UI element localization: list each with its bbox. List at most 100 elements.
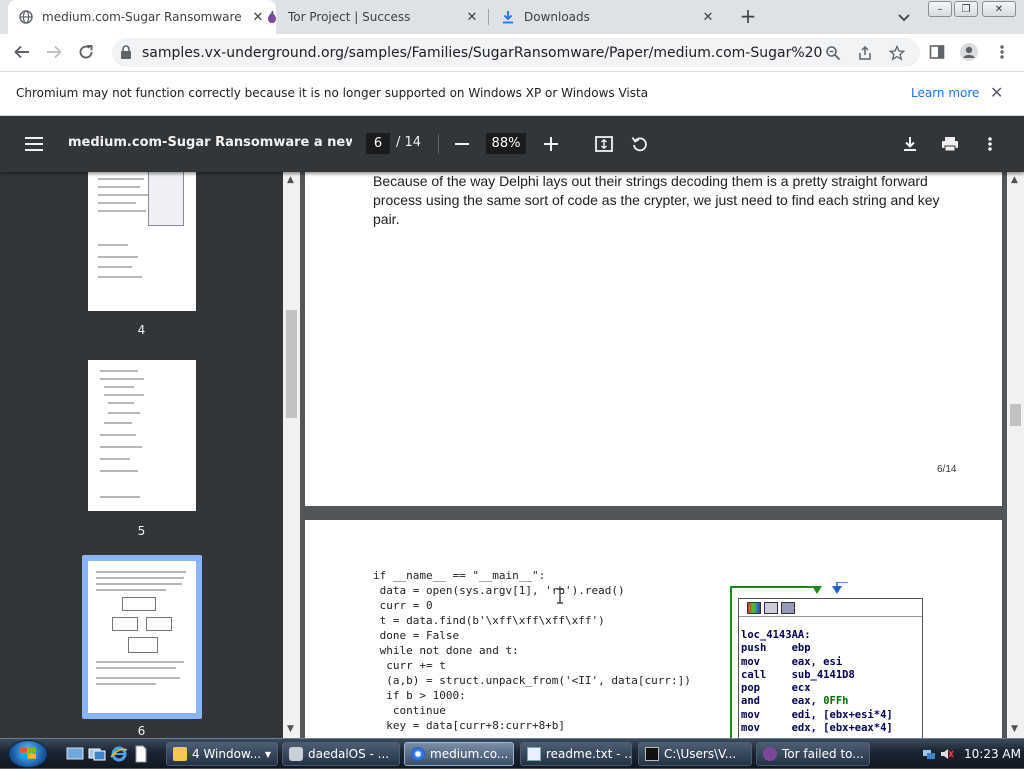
new-tab-button[interactable]: + xyxy=(738,6,758,27)
zoom-level-input[interactable]: 88% xyxy=(486,133,526,154)
back-button[interactable] xyxy=(12,42,32,62)
pdf-title: medium.com-Sugar Ransomware a new Ra... xyxy=(68,135,352,150)
scroll-down-arrow-icon[interactable]: ▼ xyxy=(1011,724,1018,734)
network-icon[interactable] xyxy=(922,747,936,761)
show-desktop-icon[interactable] xyxy=(66,745,84,763)
tab-title: Tor Project | Success xyxy=(288,10,411,24)
restore-button[interactable]: ❐ xyxy=(954,1,978,17)
tab-downloads[interactable]: Downloads ✕ xyxy=(490,0,726,34)
graph-edge xyxy=(730,586,732,738)
lock-icon[interactable] xyxy=(120,45,132,63)
tab-divider xyxy=(488,9,489,25)
pdf-page-6: Because of the way Delphi lays out their… xyxy=(305,172,1002,506)
bookmark-star-icon[interactable] xyxy=(888,44,906,62)
zoom-icon[interactable] xyxy=(824,44,842,62)
start-button[interactable] xyxy=(8,740,48,768)
divider xyxy=(438,134,439,154)
scrollbar-thumb[interactable] xyxy=(286,310,297,418)
tab-medium-sugar[interactable]: medium.com-Sugar Ransomware ✕ xyxy=(8,0,276,34)
taskbar-item-notepad[interactable]: readme.txt - ... xyxy=(520,742,632,766)
address-bar[interactable]: samples.vx-underground.org/samples/Famil… xyxy=(112,38,920,67)
fit-to-page-button[interactable] xyxy=(592,132,616,156)
zoom-out-button[interactable] xyxy=(450,132,474,156)
url-text[interactable]: samples.vx-underground.org/samples/Famil… xyxy=(142,45,822,61)
windows-taskbar: 4 Window... ▼ daedalOS - ... medium.co..… xyxy=(0,738,1024,768)
file-icon[interactable] xyxy=(132,745,150,763)
switch-windows-icon[interactable] xyxy=(88,745,106,763)
page-number-input[interactable]: 6 xyxy=(366,133,390,154)
browser-toolbar: samples.vx-underground.org/samples/Famil… xyxy=(0,34,1024,71)
unsupported-os-infobar: Chromium may not function correctly beca… xyxy=(0,71,1024,116)
tab-tor-success[interactable]: Tor Project | Success ✕ xyxy=(254,0,490,34)
thumbnail-page-4[interactable] xyxy=(88,172,196,311)
page-paragraph: Because of the way Delphi lays out their… xyxy=(373,173,940,227)
tab-strip: medium.com-Sugar Ransomware ✕ Tor Projec… xyxy=(0,0,1024,34)
minus-icon xyxy=(455,143,469,145)
minimize-button[interactable]: – xyxy=(928,1,952,17)
menu-button[interactable] xyxy=(992,42,1012,62)
close-icon[interactable]: ✕ xyxy=(990,83,1003,102)
back-arrow-icon xyxy=(14,45,29,59)
graph-icon xyxy=(764,601,778,614)
hamburger-menu-icon[interactable] xyxy=(22,132,46,156)
close-icon[interactable]: ✕ xyxy=(700,9,716,25)
print-button[interactable] xyxy=(938,132,962,156)
close-window-button[interactable]: ✕ xyxy=(982,1,1016,17)
thumbnail-page-6[interactable] xyxy=(88,561,196,713)
internet-explorer-icon[interactable] xyxy=(110,745,128,763)
folder-icon xyxy=(173,747,187,761)
thumbnail-page-5[interactable] xyxy=(88,360,196,511)
kebab-menu-icon xyxy=(988,137,992,151)
clock[interactable]: 10:23 AM xyxy=(964,747,1021,761)
ida-graph-node: loc_4143AA: push ebp mov eax, esi call s… xyxy=(738,598,923,738)
kebab-menu-icon xyxy=(1000,45,1004,59)
avatar-icon xyxy=(960,43,978,61)
ida-node-header xyxy=(739,599,922,617)
more-options-button[interactable] xyxy=(978,132,1002,156)
taskbar-item-daedalos[interactable]: daedalOS - ... xyxy=(282,742,400,766)
pdf-viewer: Because of the way Delphi lays out their… xyxy=(300,172,1007,738)
speaker-muted-icon[interactable] xyxy=(940,747,954,761)
tab-title: medium.com-Sugar Ransomware xyxy=(42,10,242,24)
chevron-down-icon[interactable] xyxy=(896,9,912,25)
taskbar-item-tor[interactable]: Tor failed to... xyxy=(756,742,870,766)
taskbar-item-chromium[interactable]: medium.co... xyxy=(404,742,514,766)
learn-more-link[interactable]: Learn more xyxy=(911,86,979,100)
profile-button[interactable] xyxy=(959,42,979,62)
taskbar-item-explorer[interactable]: 4 Window... ▼ xyxy=(166,742,278,766)
pdf-toolbar: medium.com-Sugar Ransomware a new Ra... … xyxy=(0,116,1024,172)
rotate-button[interactable] xyxy=(628,132,652,156)
fit-page-icon xyxy=(595,136,613,152)
grid-icon xyxy=(781,601,795,614)
tab-title: Downloads xyxy=(524,10,590,24)
reload-button[interactable] xyxy=(76,42,96,62)
page-footer-number: 6/14 xyxy=(937,464,957,475)
scroll-up-arrow-icon[interactable]: ▲ xyxy=(1011,175,1018,185)
sidebar-scrollbar[interactable]: ▲ ▼ xyxy=(283,172,300,738)
side-panel-icon xyxy=(929,45,945,59)
zoom-in-button[interactable] xyxy=(539,132,563,156)
close-icon[interactable]: ✕ xyxy=(464,9,480,25)
viewer-scrollbar[interactable]: ▲ ▼ xyxy=(1007,172,1024,738)
printer-icon xyxy=(942,137,958,152)
side-panel-button[interactable] xyxy=(927,42,947,62)
text-cursor-icon xyxy=(557,588,563,604)
color-icon xyxy=(747,601,761,614)
scrollbar-thumb[interactable] xyxy=(1010,404,1021,426)
system-tray: 10:23 AM xyxy=(916,739,1024,769)
chevron-down-icon: ▼ xyxy=(264,749,271,759)
python-code-block: if __name__ == "__main__": data = open(s… xyxy=(373,569,691,732)
taskbar-item-cmd[interactable]: C:\Users\V... xyxy=(638,742,752,766)
onion-icon xyxy=(264,9,280,25)
scroll-down-arrow-icon[interactable]: ▼ xyxy=(287,724,294,734)
share-icon[interactable] xyxy=(856,44,874,62)
forward-button[interactable] xyxy=(44,42,64,62)
graph-edge xyxy=(730,586,818,588)
plus-icon xyxy=(544,137,558,151)
notepad-icon xyxy=(527,747,541,761)
chromium-icon xyxy=(411,747,425,761)
scroll-up-arrow-icon[interactable]: ▲ xyxy=(287,175,294,185)
app-icon xyxy=(289,747,303,761)
download-button[interactable] xyxy=(898,132,922,156)
page-total: / 14 xyxy=(396,135,422,150)
